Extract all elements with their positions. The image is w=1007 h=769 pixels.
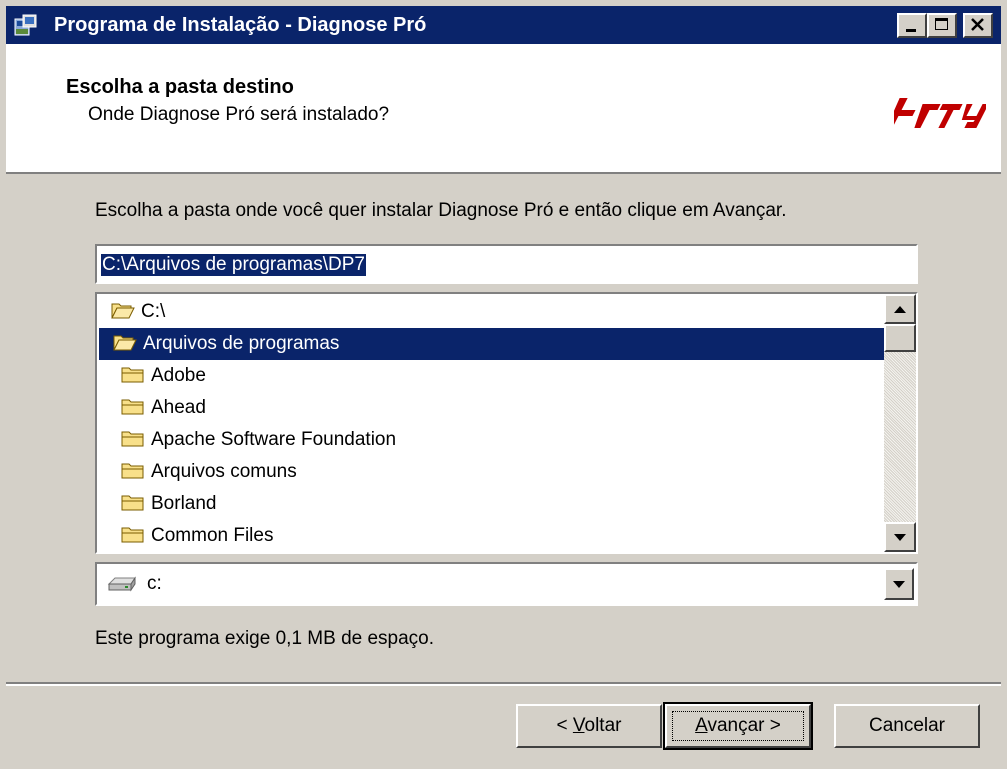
folder-icon xyxy=(121,463,144,479)
path-value: C:\Arquivos de programas\DP7 xyxy=(101,254,366,276)
drive-dropdown-button[interactable] xyxy=(884,568,914,600)
installer-window: Programa de Instalação - Diagnose Pró Es… xyxy=(0,0,1007,769)
open-folder-icon xyxy=(111,303,135,319)
maximize-button[interactable] xyxy=(927,13,957,38)
next-button[interactable]: Avançar > xyxy=(663,702,813,750)
title-bar[interactable]: Programa de Instalação - Diagnose Pró xyxy=(6,6,1001,44)
destination-path-input[interactable]: C:\Arquivos de programas\DP7 xyxy=(95,244,918,284)
page-title: Escolha a pasta destino xyxy=(66,76,294,98)
folder-icon xyxy=(121,367,144,383)
folder-icon xyxy=(121,399,144,415)
tree-item-common-files[interactable]: Common Files xyxy=(121,520,273,552)
tree-item-label: Ahead xyxy=(151,397,206,418)
tree-item-label: C:\ xyxy=(141,301,166,322)
minimize-button[interactable] xyxy=(897,13,927,38)
instruction-text: Escolha a pasta onde você quer instalar … xyxy=(95,200,787,221)
folder-icon xyxy=(121,527,144,543)
next-label: Avançar > xyxy=(695,715,781,736)
folder-tree[interactable]: C:\ Arquivos de programas Adobe Ahead Ap… xyxy=(95,292,918,554)
tree-item-borland[interactable]: Borland xyxy=(121,488,217,520)
arrow-down-icon xyxy=(894,534,906,541)
chevron-down-icon xyxy=(893,581,905,588)
scroll-up-button[interactable] xyxy=(884,294,916,324)
tree-item-adobe[interactable]: Adobe xyxy=(121,360,206,392)
back-button[interactable]: < Voltar xyxy=(516,704,662,748)
maximize-icon xyxy=(935,18,948,30)
drive-icon xyxy=(107,576,136,592)
brand-logo xyxy=(894,98,986,128)
tree-item-label: Arquivos de programas xyxy=(143,333,340,354)
tree-item-label: Adobe xyxy=(151,365,206,386)
tree-item-label: Apache Software Foundation xyxy=(151,429,397,450)
tree-item-ahead[interactable]: Ahead xyxy=(121,392,206,424)
tree-scrollbar[interactable] xyxy=(884,294,916,552)
back-label: < Voltar xyxy=(556,715,622,736)
button-separator xyxy=(6,682,1001,686)
tree-item-label: Borland xyxy=(151,493,217,514)
open-folder-icon xyxy=(113,335,137,351)
tree-item-arquivos-comuns[interactable]: Arquivos comuns xyxy=(121,456,297,488)
window-title: Programa de Instalação - Diagnose Pró xyxy=(54,14,427,36)
tree-item-root[interactable]: C:\ xyxy=(111,296,165,328)
wizard-header: Escolha a pasta destino Onde Diagnose Pr… xyxy=(6,44,1001,174)
tree-item-apache[interactable]: Apache Software Foundation xyxy=(121,424,396,456)
drive-select[interactable]: c: xyxy=(95,562,918,606)
setup-icon xyxy=(14,14,37,36)
minimize-icon xyxy=(906,29,916,32)
tree-item-arquivos-de-programas[interactable]: Arquivos de programas xyxy=(99,328,886,360)
close-icon xyxy=(971,18,984,31)
cancel-button[interactable]: Cancelar xyxy=(834,704,980,748)
close-button[interactable] xyxy=(963,13,993,38)
space-required-text: Este programa exige 0,1 MB de espaço. xyxy=(95,628,435,649)
folder-icon xyxy=(121,495,144,511)
arrow-up-icon xyxy=(894,306,906,313)
drive-value: c: xyxy=(147,573,162,594)
scroll-down-button[interactable] xyxy=(884,522,916,552)
tree-item-label: Arquivos comuns xyxy=(151,461,297,482)
tree-item-label: Common Files xyxy=(151,525,274,546)
folder-icon xyxy=(121,431,144,447)
scroll-thumb[interactable] xyxy=(884,324,916,352)
page-subtitle: Onde Diagnose Pró será instalado? xyxy=(88,104,390,125)
